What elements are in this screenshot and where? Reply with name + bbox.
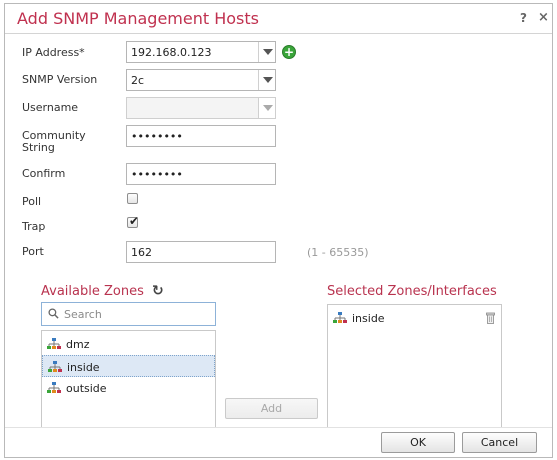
trap-label: Trap [22,220,46,233]
trash-icon[interactable] [486,312,495,324]
list-item[interactable]: outside [42,377,215,399]
chevron-down-icon[interactable] [258,42,275,62]
confirm-value: •••••••• [131,168,183,181]
close-icon[interactable]: × [538,10,549,25]
confirm-input[interactable]: •••••••• [126,163,276,185]
trap-checkbox[interactable]: ✔ [127,214,140,228]
username-select[interactable] [126,97,276,119]
search-icon [48,308,59,319]
refresh-icon[interactable]: ↻ [152,283,164,299]
add-ip-icon[interactable]: + [282,45,296,59]
zone-label: inside [67,361,100,374]
footer-divider [5,427,552,428]
snmp-version-label: SNMP Version [22,73,98,86]
cancel-button[interactable]: Cancel [462,432,537,453]
selected-zones-title: Selected Zones/Interfaces [327,284,497,299]
search-placeholder: Search [64,308,102,321]
list-item[interactable]: inside [42,355,215,377]
snmp-version-value: 2c [131,74,145,87]
ip-address-value: 192.168.0.123 [131,46,212,59]
port-range-hint: (1 - 65535) [307,246,369,259]
checkmark-icon: ✔ [129,214,140,228]
chevron-down-icon[interactable] [258,70,275,90]
zone-label: outside [66,382,107,395]
dialog-titlebar: Add SNMP Management Hosts ? × [5,4,552,34]
list-item[interactable]: dmz [42,333,215,355]
poll-label: Poll [22,195,42,208]
community-string-value: •••••••• [131,130,183,143]
list-item[interactable]: inside [328,307,501,329]
ok-button[interactable]: OK [381,432,455,453]
zone-label: dmz [66,338,90,351]
network-zone-icon [47,338,61,349]
add-snmp-hosts-dialog: Add SNMP Management Hosts ? × IP Address… [4,3,553,458]
community-label-line2: String [22,141,55,154]
chevron-down-icon [258,98,275,118]
help-icon[interactable]: ? [520,11,527,25]
network-zone-icon [48,361,62,372]
snmp-version-select[interactable]: 2c [126,69,276,91]
community-string-label: Community String [22,130,86,154]
available-zones-title: Available Zones [41,284,144,299]
selected-zones-list: inside [327,304,502,427]
network-zone-icon [333,312,347,323]
network-zone-icon [47,382,61,393]
confirm-label: Confirm [22,167,66,180]
port-value: 162 [131,246,152,259]
ip-address-select[interactable]: 192.168.0.123 [126,41,276,63]
zone-label: inside [352,312,385,325]
port-label: Port [22,245,44,258]
ip-address-label: IP Address* [22,46,85,59]
poll-checkbox[interactable] [127,193,138,204]
username-label: Username [22,101,79,114]
community-string-input[interactable]: •••••••• [126,125,276,147]
port-input[interactable]: 162 [126,241,276,263]
zone-search-input[interactable]: Search [41,302,216,326]
dialog-title: Add SNMP Management Hosts [17,9,259,28]
available-zones-list: dmz inside outside [41,330,216,427]
add-button[interactable]: Add [225,398,318,419]
